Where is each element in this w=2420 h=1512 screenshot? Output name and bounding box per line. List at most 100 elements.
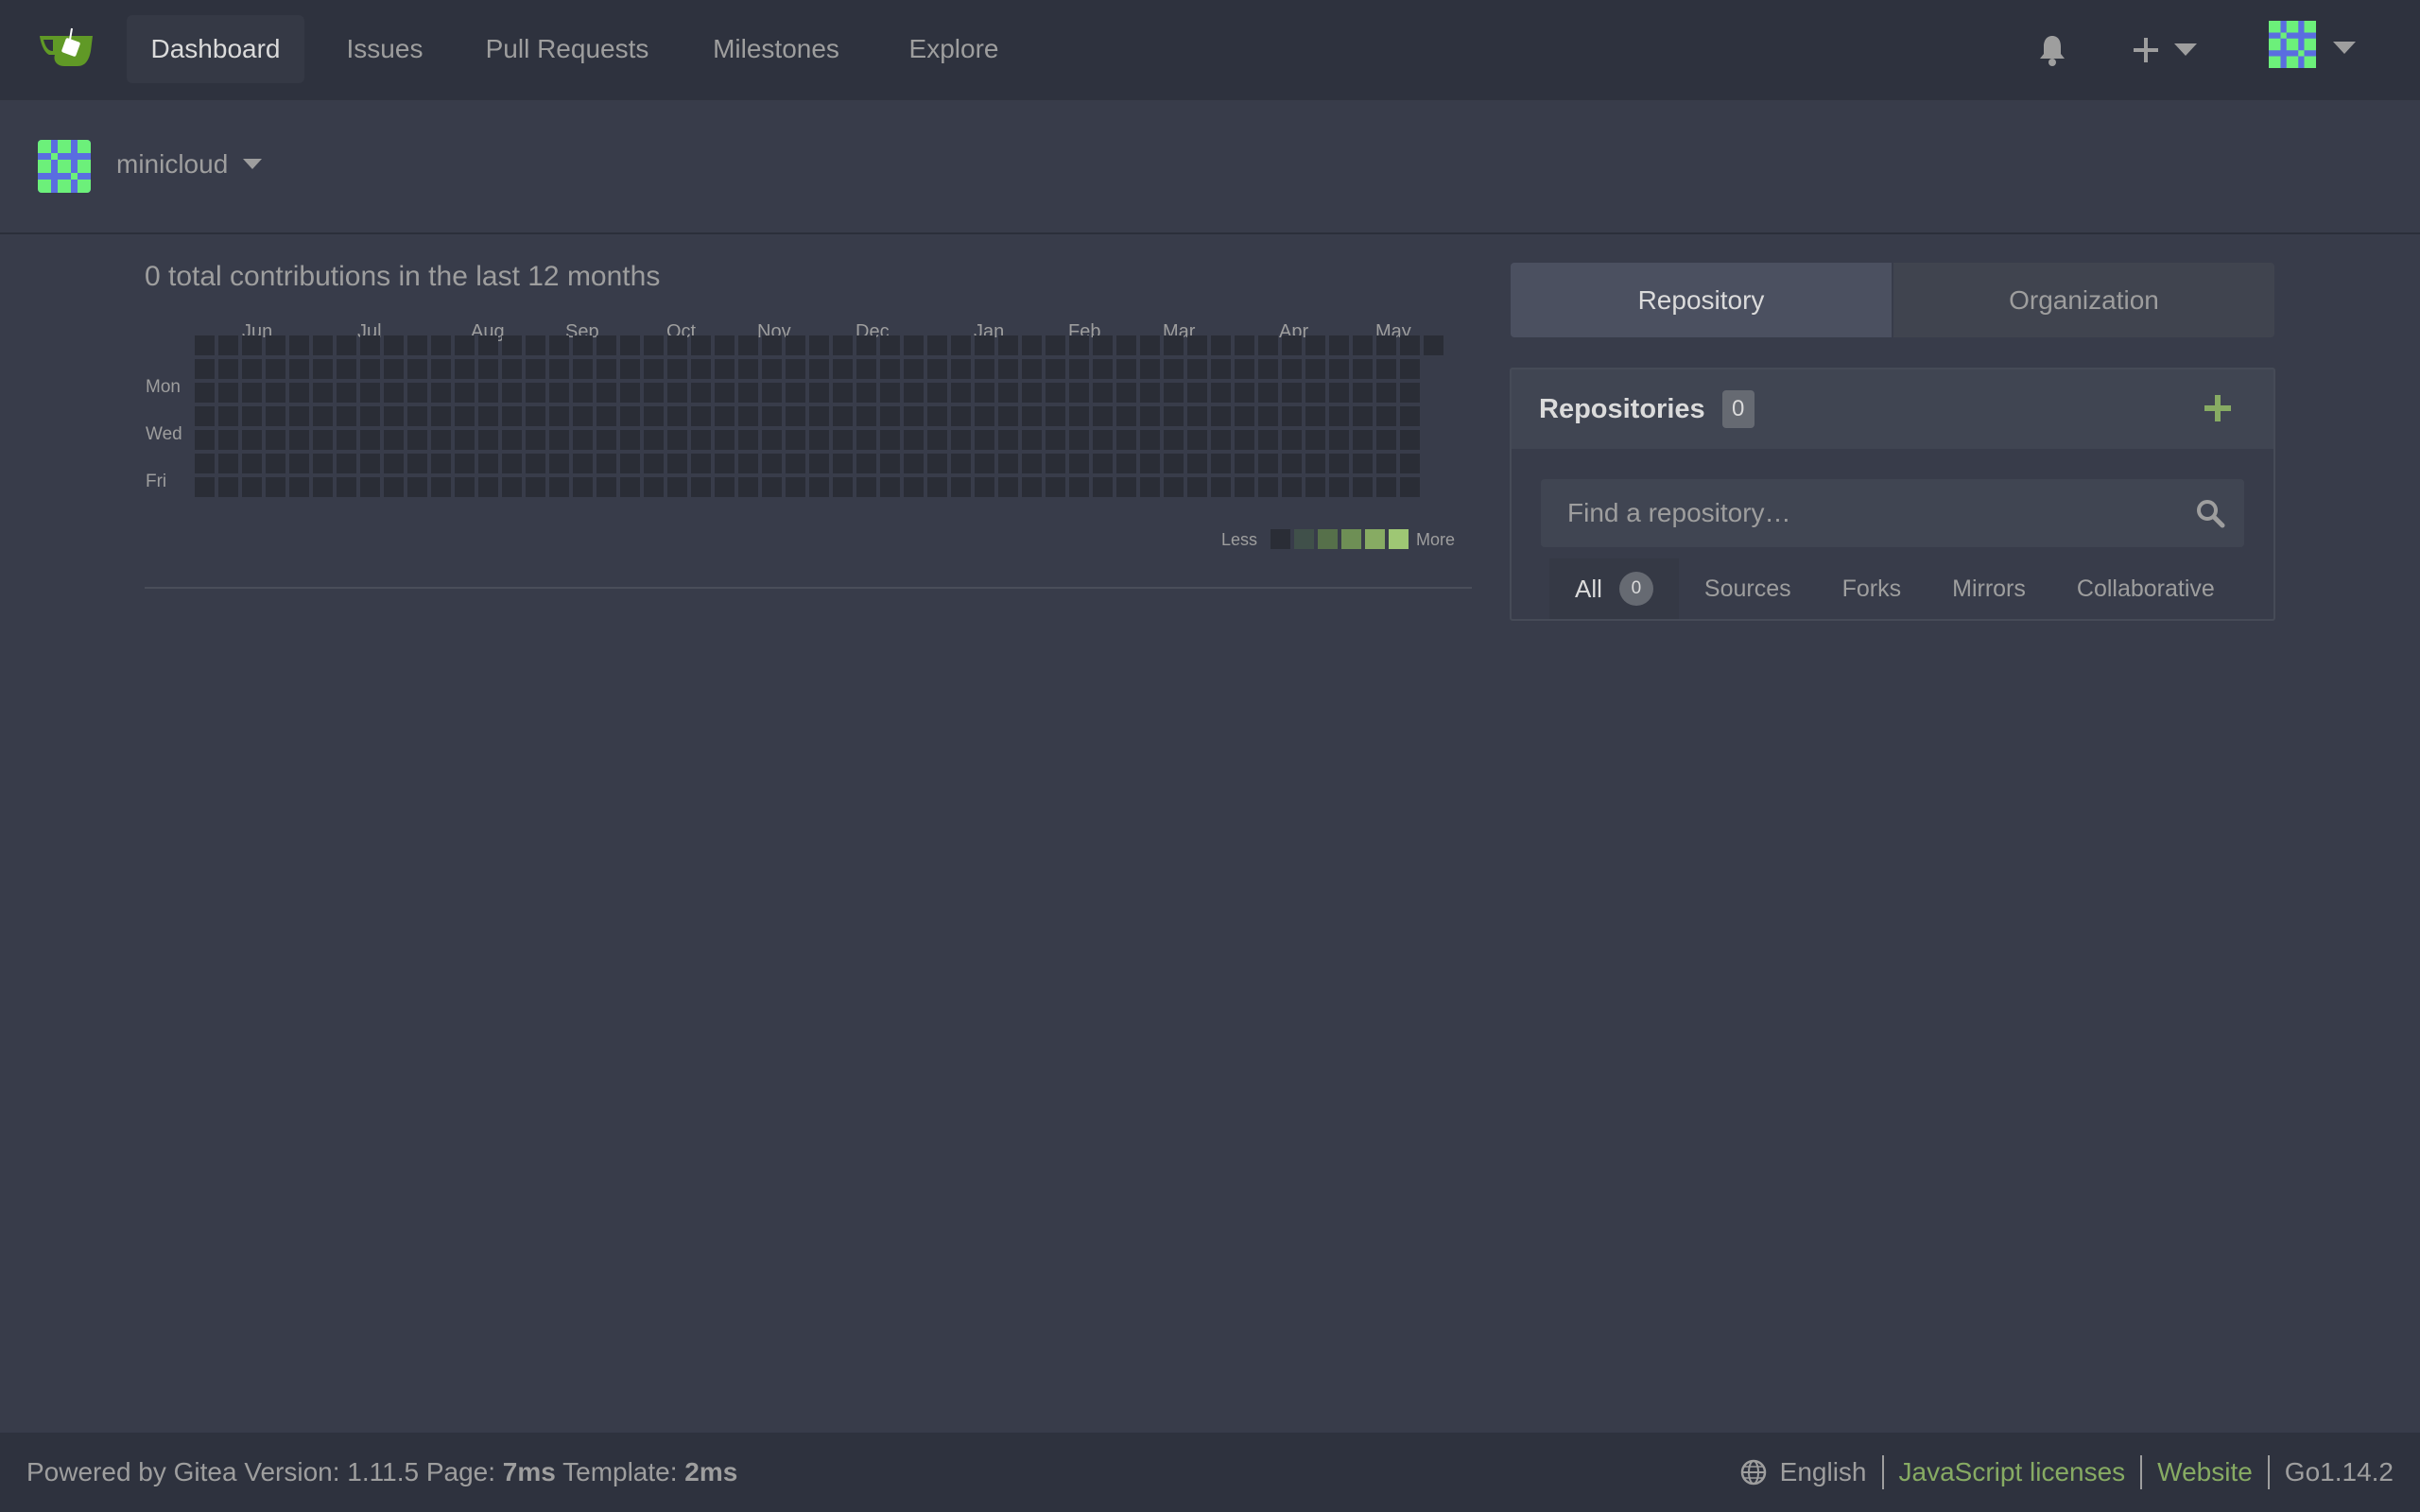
heatmap-day-cell[interactable] bbox=[337, 477, 356, 497]
heatmap-day-cell[interactable] bbox=[289, 477, 309, 497]
heatmap-day-cell[interactable] bbox=[620, 477, 640, 497]
heatmap-day-cell[interactable] bbox=[431, 335, 451, 355]
heatmap-day-cell[interactable] bbox=[1046, 477, 1065, 497]
heatmap-day-cell[interactable] bbox=[526, 454, 545, 473]
heatmap-day-cell[interactable] bbox=[502, 430, 522, 450]
heatmap-day-cell[interactable] bbox=[951, 335, 971, 355]
heatmap-day-cell[interactable] bbox=[1069, 477, 1089, 497]
heatmap-day-cell[interactable] bbox=[573, 454, 593, 473]
heatmap-day-cell[interactable] bbox=[620, 406, 640, 426]
heatmap-day-cell[interactable] bbox=[975, 454, 994, 473]
heatmap-day-cell[interactable] bbox=[1329, 383, 1349, 403]
heatmap-day-cell[interactable] bbox=[455, 406, 475, 426]
heatmap-day-cell[interactable] bbox=[596, 406, 616, 426]
heatmap-day-cell[interactable] bbox=[195, 335, 215, 355]
heatmap-day-cell[interactable] bbox=[596, 383, 616, 403]
create-new-dropdown[interactable] bbox=[2133, 34, 2201, 66]
heatmap-day-cell[interactable] bbox=[549, 477, 569, 497]
heatmap-day-cell[interactable] bbox=[1046, 359, 1065, 379]
heatmap-day-cell[interactable] bbox=[1164, 430, 1184, 450]
heatmap-day-cell[interactable] bbox=[573, 335, 593, 355]
heatmap-day-cell[interactable] bbox=[1282, 430, 1302, 450]
heatmap-day-cell[interactable] bbox=[1140, 359, 1160, 379]
heatmap-day-cell[interactable] bbox=[195, 406, 215, 426]
heatmap-day-cell[interactable] bbox=[667, 454, 687, 473]
heatmap-day-cell[interactable] bbox=[337, 359, 356, 379]
heatmap-day-cell[interactable] bbox=[1116, 454, 1136, 473]
heatmap-day-cell[interactable] bbox=[337, 335, 356, 355]
heatmap-day-cell[interactable] bbox=[407, 454, 427, 473]
heatmap-day-cell[interactable] bbox=[998, 454, 1018, 473]
heatmap-day-cell[interactable] bbox=[786, 335, 805, 355]
user-menu-dropdown[interactable] bbox=[2269, 21, 2356, 70]
heatmap-day-cell[interactable] bbox=[1235, 359, 1254, 379]
heatmap-day-cell[interactable] bbox=[407, 335, 427, 355]
heatmap-day-cell[interactable] bbox=[242, 335, 262, 355]
heatmap-day-cell[interactable] bbox=[1235, 454, 1254, 473]
heatmap-day-cell[interactable] bbox=[360, 406, 380, 426]
heatmap-day-cell[interactable] bbox=[384, 477, 404, 497]
heatmap-day-cell[interactable] bbox=[478, 430, 498, 450]
tab-repository[interactable]: Repository bbox=[1511, 263, 1892, 337]
heatmap-day-cell[interactable] bbox=[691, 383, 711, 403]
heatmap-day-cell[interactable] bbox=[313, 477, 333, 497]
heatmap-day-cell[interactable] bbox=[1329, 335, 1349, 355]
heatmap-day-cell[interactable] bbox=[1116, 359, 1136, 379]
heatmap-day-cell[interactable] bbox=[431, 477, 451, 497]
heatmap-day-cell[interactable] bbox=[407, 383, 427, 403]
heatmap-day-cell[interactable] bbox=[904, 477, 924, 497]
heatmap-day-cell[interactable] bbox=[1282, 335, 1302, 355]
heatmap-day-cell[interactable] bbox=[620, 383, 640, 403]
heatmap-day-cell[interactable] bbox=[1235, 406, 1254, 426]
heatmap-day-cell[interactable] bbox=[880, 406, 900, 426]
javascript-licenses-link[interactable]: JavaScript licenses bbox=[1899, 1457, 2126, 1487]
heatmap-day-cell[interactable] bbox=[455, 335, 475, 355]
heatmap-day-cell[interactable] bbox=[1187, 406, 1207, 426]
heatmap-day-cell[interactable] bbox=[289, 406, 309, 426]
heatmap-day-cell[interactable] bbox=[667, 430, 687, 450]
heatmap-day-cell[interactable] bbox=[1093, 406, 1113, 426]
heatmap-day-cell[interactable] bbox=[478, 406, 498, 426]
heatmap-day-cell[interactable] bbox=[951, 454, 971, 473]
heatmap-day-cell[interactable] bbox=[998, 359, 1018, 379]
heatmap-day-cell[interactable] bbox=[1140, 454, 1160, 473]
website-link[interactable]: Website bbox=[2157, 1457, 2253, 1487]
heatmap-day-cell[interactable] bbox=[1258, 406, 1278, 426]
heatmap-day-cell[interactable] bbox=[360, 383, 380, 403]
heatmap-day-cell[interactable] bbox=[1305, 430, 1325, 450]
heatmap-day-cell[interactable] bbox=[242, 454, 262, 473]
heatmap-day-cell[interactable] bbox=[1282, 359, 1302, 379]
heatmap-day-cell[interactable] bbox=[833, 477, 853, 497]
heatmap-day-cell[interactable] bbox=[738, 454, 758, 473]
heatmap-day-cell[interactable] bbox=[1093, 383, 1113, 403]
heatmap-day-cell[interactable] bbox=[1305, 359, 1325, 379]
heatmap-day-cell[interactable] bbox=[786, 383, 805, 403]
heatmap-day-cell[interactable] bbox=[644, 430, 664, 450]
heatmap-day-cell[interactable] bbox=[927, 430, 947, 450]
heatmap-day-cell[interactable] bbox=[809, 383, 829, 403]
heatmap-day-cell[interactable] bbox=[526, 335, 545, 355]
heatmap-day-cell[interactable] bbox=[1187, 454, 1207, 473]
filter-forks[interactable]: Forks bbox=[1817, 558, 1927, 619]
heatmap-day-cell[interactable] bbox=[1187, 359, 1207, 379]
heatmap-day-cell[interactable] bbox=[526, 430, 545, 450]
heatmap-day-cell[interactable] bbox=[478, 335, 498, 355]
heatmap-day-cell[interactable] bbox=[1140, 383, 1160, 403]
heatmap-day-cell[interactable] bbox=[502, 383, 522, 403]
heatmap-day-cell[interactable] bbox=[1164, 335, 1184, 355]
heatmap-day-cell[interactable] bbox=[1258, 335, 1278, 355]
heatmap-day-cell[interactable] bbox=[1140, 335, 1160, 355]
heatmap-day-cell[interactable] bbox=[549, 383, 569, 403]
heatmap-day-cell[interactable] bbox=[455, 430, 475, 450]
heatmap-day-cell[interactable] bbox=[762, 335, 782, 355]
heatmap-day-cell[interactable] bbox=[833, 383, 853, 403]
heatmap-day-cell[interactable] bbox=[431, 454, 451, 473]
heatmap-day-cell[interactable] bbox=[502, 335, 522, 355]
heatmap-day-cell[interactable] bbox=[927, 383, 947, 403]
heatmap-day-cell[interactable] bbox=[1329, 406, 1349, 426]
heatmap-day-cell[interactable] bbox=[360, 454, 380, 473]
heatmap-day-cell[interactable] bbox=[1329, 359, 1349, 379]
heatmap-day-cell[interactable] bbox=[526, 406, 545, 426]
heatmap-day-cell[interactable] bbox=[1093, 454, 1113, 473]
heatmap-day-cell[interactable] bbox=[762, 430, 782, 450]
